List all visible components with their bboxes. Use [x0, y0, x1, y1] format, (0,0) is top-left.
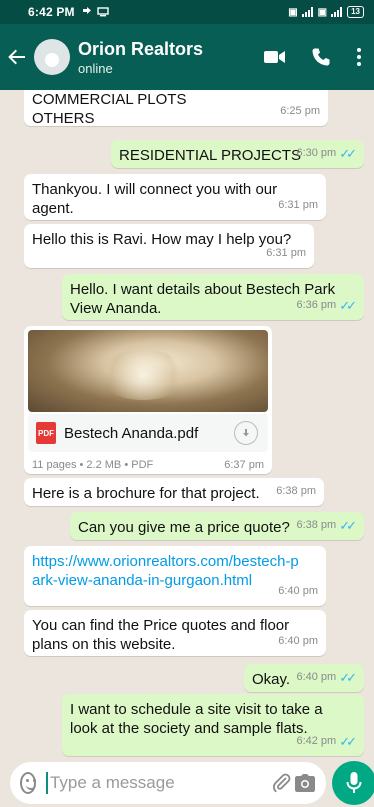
message-time: 6:36 pm ✓✓: [296, 298, 357, 313]
volte-icon: ▣: [288, 6, 298, 18]
download-button[interactable]: [234, 421, 258, 445]
message-text: Hello this is Ravi. How may I help you?: [32, 231, 292, 248]
pdf-file-icon: PDF: [36, 422, 56, 444]
message-time: 6:31 pm: [266, 247, 306, 259]
message-outgoing[interactable]: Hello. I want details about Bestech Park…: [62, 274, 364, 320]
message-document[interactable]: PDF Bestech Ananda.pdf 11 pages • 2.2 MB…: [24, 326, 272, 474]
message-outgoing[interactable]: Okay. 6:40 pm ✓✓: [244, 664, 364, 692]
message-time: 6:31 pm: [278, 199, 318, 211]
avatar[interactable]: [34, 39, 70, 75]
voice-message-button[interactable]: [332, 761, 374, 805]
message-time: 6:38 pm ✓✓: [296, 518, 357, 533]
paperclip-icon: [273, 773, 291, 793]
notification-icons: [81, 6, 109, 18]
avatar-placeholder: [45, 53, 59, 67]
message-text: COMMERCIAL PLOTS OTHERS: [32, 91, 187, 127]
contact-info[interactable]: Orion Realtors online: [78, 39, 252, 76]
message-time: 6:42 pm ✓✓: [296, 734, 357, 749]
camera-icon: [294, 774, 315, 792]
contact-name: Orion Realtors: [78, 38, 204, 59]
message-time: 6:37 pm: [224, 459, 264, 471]
phone-icon: [312, 48, 330, 66]
attach-button[interactable]: [271, 773, 294, 793]
message-incoming[interactable]: Here is a brochure for that project. 6:3…: [24, 478, 324, 506]
system-icons: ▣ ▣ 13: [288, 6, 364, 18]
camera-button[interactable]: [293, 774, 316, 792]
message-input[interactable]: [45, 772, 271, 794]
back-button[interactable]: [2, 47, 32, 67]
document-size: 2.2 MB: [86, 459, 122, 471]
document-file-name: Bestech Ananda.pdf: [64, 424, 199, 442]
message-incoming[interactable]: Hello this is Ravi. How may I help you? …: [24, 224, 314, 268]
battery-indicator: 13: [347, 6, 364, 18]
status-time: 6:42 PM: [28, 5, 75, 19]
screen-icon: [97, 7, 109, 17]
back-arrow-icon: [8, 49, 25, 65]
read-ticks-icon: ✓✓: [339, 734, 357, 749]
document-file-row[interactable]: PDF Bestech Ananda.pdf: [28, 414, 268, 452]
download-icon: [243, 429, 249, 437]
more-vertical-icon: [357, 48, 361, 66]
document-preview-image[interactable]: [28, 330, 268, 412]
read-ticks-icon: ✓✓: [339, 298, 357, 313]
message-list[interactable]: COMMERCIAL PLOTS OTHERS 6:25 pm RESIDENT…: [0, 90, 374, 757]
document-type: PDF: [131, 459, 154, 471]
message-outgoing[interactable]: RESIDENTIAL PROJECTS 6:30 pm ✓✓: [111, 140, 364, 168]
video-camera-icon: [264, 51, 285, 63]
message-time: 6:30 pm ✓✓: [296, 146, 357, 161]
emoji-icon[interactable]: [20, 772, 36, 794]
message-time: 6:40 pm: [278, 585, 318, 597]
volte-icon-2: ▣: [317, 6, 328, 18]
contact-status: online: [78, 60, 113, 76]
read-ticks-icon: ✓✓: [339, 670, 357, 685]
message-incoming[interactable]: https://www.orionrealtors.com/bestech-pa…: [24, 546, 326, 606]
message-time: 6:25 pm: [280, 105, 320, 117]
website-link[interactable]: https://www.orionrealtors.com/bestech-pa…: [32, 552, 304, 590]
voice-call-button[interactable]: [298, 47, 344, 67]
microphone-icon: [346, 772, 362, 793]
document-pages: 11 pages: [32, 459, 77, 471]
message-incoming[interactable]: Thankyou. I will connect you with our ag…: [24, 174, 326, 220]
message-time: 6:40 pm ✓✓: [296, 670, 357, 685]
video-call-button[interactable]: [252, 50, 298, 64]
message-outgoing[interactable]: I want to schedule a site visit to take …: [62, 694, 364, 756]
more-options-button[interactable]: [344, 48, 374, 66]
signal-icon: [301, 7, 313, 17]
read-ticks-icon: ✓✓: [339, 146, 357, 161]
message-time: 6:38 pm: [276, 485, 316, 497]
message-time: 6:40 pm: [278, 635, 318, 647]
message-text: Thankyou. I will connect you with our ag…: [32, 181, 278, 217]
chat-header: Orion Realtors online: [0, 24, 374, 90]
message-incoming[interactable]: COMMERCIAL PLOTS OTHERS 6:25 pm: [24, 90, 328, 127]
signal-icon-2: [331, 7, 343, 17]
message-outgoing[interactable]: Can you give me a price quote? 6:38 pm ✓✓: [70, 512, 364, 540]
read-ticks-icon: ✓✓: [339, 518, 357, 533]
status-bar: 6:42 PM ▣ ▣ 13: [0, 0, 374, 24]
message-incoming[interactable]: You can find the Price quotes and floor …: [24, 610, 326, 656]
message-text: Here is a brochure for that project.: [32, 485, 260, 502]
document-meta: 11 pages • 2.2 MB • PDF 6:37 pm: [32, 456, 264, 475]
call-forward-icon: [82, 7, 91, 14]
message-composer: [10, 762, 326, 804]
